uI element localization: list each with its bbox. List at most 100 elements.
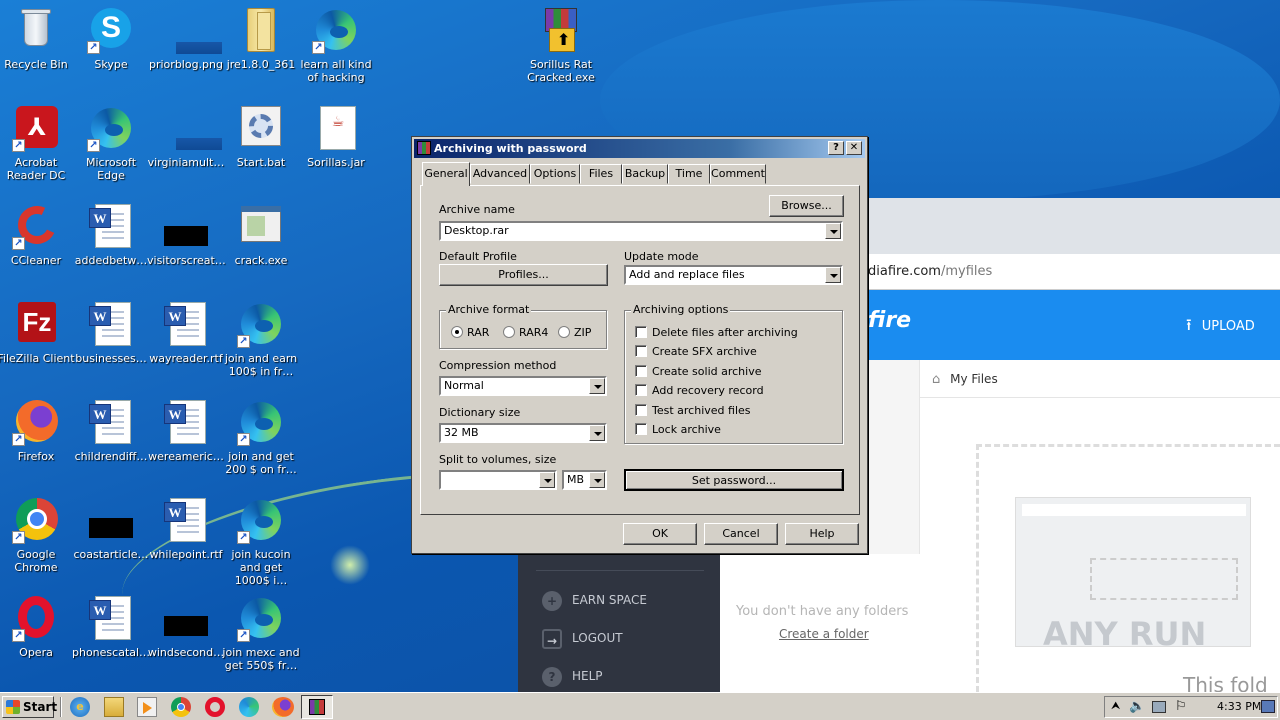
desktop-icon-addedbetw[interactable]: W addedbetw… xyxy=(72,202,150,267)
desktop-icon-ccleaner[interactable]: ↗ CCleaner xyxy=(0,200,75,267)
split-volumes-combo[interactable] xyxy=(439,470,557,490)
ok-button[interactable]: OK xyxy=(623,523,697,545)
start-button[interactable]: Start xyxy=(2,696,57,718)
chevron-down-icon[interactable] xyxy=(589,378,605,394)
split-unit-select[interactable]: MB xyxy=(562,470,607,490)
volume-icon[interactable]: 🔈 xyxy=(1129,699,1145,714)
desktop-icon-childrendiff[interactable]: W childrendiff… xyxy=(72,398,150,463)
opera-icon[interactable] xyxy=(205,697,225,717)
media-player-icon[interactable] xyxy=(137,697,157,717)
desktop-icon-join-get-200[interactable]: ↗ join and get 200 $ on fr… xyxy=(222,398,300,476)
desktop-icon-start-bat[interactable]: Start.bat xyxy=(222,104,300,169)
desktop-icon-windsecond[interactable]: windsecond… xyxy=(147,594,225,659)
chevron-down-icon[interactable] xyxy=(589,472,605,488)
profiles-button[interactable]: Profiles... xyxy=(439,264,608,286)
clock[interactable]: 4:33 PM xyxy=(1217,700,1261,713)
drop-zone[interactable]: ANY RUN This fold xyxy=(976,444,1280,697)
desktop-icon-google-chrome[interactable]: ↗ Google Chrome xyxy=(0,496,75,574)
desktop-icon-virginiamult[interactable]: virginiamult… xyxy=(147,104,225,169)
chevron-down-icon[interactable] xyxy=(589,425,605,441)
desktop-icon-label: jre1.8.0_361 xyxy=(226,58,296,71)
radio-rar[interactable] xyxy=(451,326,463,338)
cancel-button[interactable]: Cancel xyxy=(704,523,778,545)
desktop-icon-recycle-bin[interactable]: Recycle Bin xyxy=(0,6,75,71)
desktop-icon-coastarticle[interactable]: coastarticle… xyxy=(72,496,150,561)
edge-icon[interactable] xyxy=(239,697,259,717)
firefox-icon[interactable] xyxy=(272,697,294,717)
tab-general[interactable]: General xyxy=(422,162,470,186)
desktop-icon-skype[interactable]: S ↗ Skype xyxy=(72,6,150,71)
help-button[interactable]: Help xyxy=(785,523,859,545)
radio-zip[interactable] xyxy=(558,326,570,338)
chevron-down-icon[interactable] xyxy=(825,267,841,283)
ie-icon[interactable]: e xyxy=(70,697,90,717)
menu-help[interactable]: ? HELP xyxy=(542,664,603,688)
checkbox-create-sfx[interactable] xyxy=(635,345,647,357)
desktop-icon-sorillas-jar[interactable]: ☕ Sorillas.jar xyxy=(297,104,375,169)
desktop-icon-label: windsecond… xyxy=(147,646,225,659)
set-password-button[interactable]: Set password... xyxy=(624,469,844,491)
chrome-icon[interactable] xyxy=(171,697,191,717)
desktop-icon-visitorscreat[interactable]: visitorscreat… xyxy=(147,202,226,267)
desktop-icon-phonescatal[interactable]: W phonescatal… xyxy=(72,594,150,659)
address-bar[interactable]: diafire.com/myfiles xyxy=(868,254,1280,290)
explorer-icon[interactable] xyxy=(104,697,124,717)
firefox-icon: ↗ xyxy=(12,398,60,446)
tab-files[interactable]: Files xyxy=(580,164,622,184)
action-center-flag-icon[interactable]: ⚐ xyxy=(1175,699,1187,714)
empty-folders-text: You don't have any folders xyxy=(736,604,909,619)
checkbox-delete-files[interactable] xyxy=(635,326,647,338)
desktop-icon-crack-exe[interactable]: crack.exe xyxy=(222,202,300,267)
image-file-icon xyxy=(162,6,222,54)
browse-button[interactable]: Browse... xyxy=(769,195,844,217)
title-close-button[interactable]: ✕ xyxy=(846,141,862,155)
chevron-down-icon[interactable] xyxy=(539,472,555,488)
desktop-icon-learn-hacking[interactable]: ↗ learn all kind of hacking xyxy=(297,6,375,84)
dictionary-size-select[interactable]: 32 MB xyxy=(439,423,607,443)
desktop-icon-jre-folder[interactable]: jre1.8.0_361 xyxy=(222,6,300,71)
desktop-icon-wayreader[interactable]: W wayreader.rtf xyxy=(147,300,225,365)
dialog-titlebar[interactable]: Archiving with password ? ✕ xyxy=(414,139,865,158)
desktop-icon-acrobat[interactable]: ⅄ ↗ Acrobat Reader DC xyxy=(0,104,75,182)
tab-time[interactable]: Time xyxy=(668,164,710,184)
chevron-down-icon[interactable] xyxy=(825,223,841,239)
title-help-button[interactable]: ? xyxy=(828,141,844,155)
desktop-icon-join-kucoin[interactable]: ↗ join kucoin and get 1000$ i… xyxy=(222,496,300,587)
tab-backup[interactable]: Backup xyxy=(622,164,668,184)
update-mode-select[interactable]: Add and replace files xyxy=(624,265,843,285)
archive-name-combo[interactable]: Desktop.rar xyxy=(439,221,843,241)
show-hidden-icons-icon[interactable]: ⮝ xyxy=(1111,699,1120,713)
checkbox-solid-archive[interactable] xyxy=(635,365,647,377)
menu-logout[interactable]: → LOGOUT xyxy=(542,626,623,650)
menu-earn-space[interactable]: + EARN SPACE xyxy=(542,588,647,612)
upload-button[interactable]: ⭱ UPLOAD xyxy=(1186,314,1255,341)
archiving-dialog: Archiving with password ? ✕ General Adva… xyxy=(411,136,868,554)
desktop-icon-priorblog[interactable]: priorblog.png xyxy=(147,6,225,71)
desktop-icon-opera[interactable]: ↗ Opera xyxy=(0,594,75,659)
network-icon[interactable] xyxy=(1152,701,1166,713)
archive-format-label: Archive format xyxy=(446,303,532,316)
desktop-icon-join-mexc[interactable]: ↗ join mexc and get 550$ fr… xyxy=(222,594,300,672)
desktop-icon-label: join mexc and get 550$ fr… xyxy=(222,646,300,672)
breadcrumb[interactable]: ⌂ My Files xyxy=(920,360,1280,398)
compression-method-select[interactable]: Normal xyxy=(439,376,607,396)
create-folder-link[interactable]: Create a folder xyxy=(779,627,869,641)
desktop-icon-microsoft-edge[interactable]: ↗ Microsoft Edge xyxy=(72,104,150,182)
checkbox-test-archived[interactable] xyxy=(635,404,647,416)
desktop-icon-filezilla[interactable]: Fz FileZilla Client xyxy=(0,300,75,365)
desktop-icon-join-earn-100[interactable]: ↗ join and earn 100$ in fr… xyxy=(222,300,300,378)
checkbox-lock-archive[interactable] xyxy=(635,423,647,435)
desktop-icon-wereameric[interactable]: W wereameric… xyxy=(147,398,225,463)
desktop-icon-firefox[interactable]: ↗ Firefox xyxy=(0,398,75,463)
desktop-icon-sorillus-rat[interactable]: ⬆ Sorillus Rat Cracked.exe xyxy=(522,6,600,84)
tab-advanced[interactable]: Advanced xyxy=(470,164,530,184)
tab-comment[interactable]: Comment xyxy=(710,164,766,184)
desktop-icon-businesses[interactable]: W businesses… xyxy=(72,300,150,365)
checkbox-recovery-record[interactable] xyxy=(635,384,647,396)
show-desktop-icon[interactable] xyxy=(1261,700,1275,713)
taskbar-winrar-button[interactable] xyxy=(301,695,333,719)
menu-label: EARN SPACE xyxy=(572,593,647,607)
radio-rar4[interactable] xyxy=(503,326,515,338)
desktop-icon-whilepoint[interactable]: W whilepoint.rtf xyxy=(147,496,225,561)
tab-options[interactable]: Options xyxy=(530,164,580,184)
